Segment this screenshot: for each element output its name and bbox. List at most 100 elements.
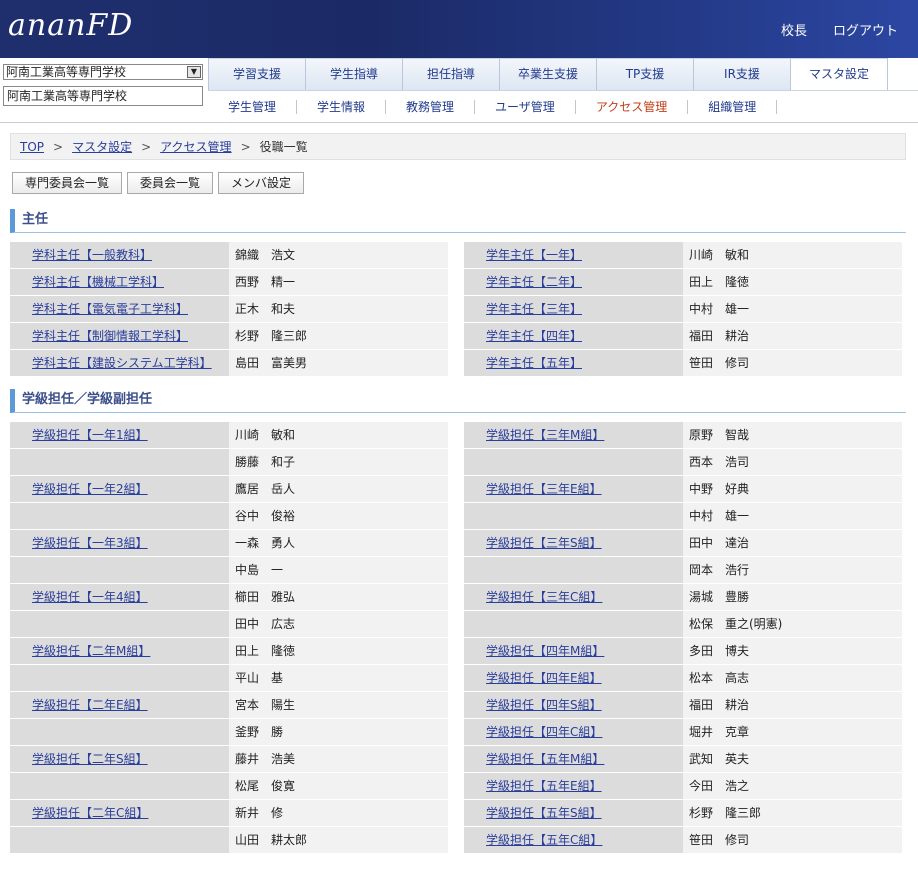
role-link[interactable]: 学級担任【三年S組】 bbox=[486, 536, 602, 550]
role-cell: 学年主任【一年】 bbox=[464, 242, 683, 268]
table-row: 田中 広志 bbox=[10, 611, 448, 637]
role-cell: 学級担任【一年1組】 bbox=[10, 422, 229, 448]
subtab-gakusei-kanri[interactable]: 学生管理 bbox=[208, 99, 298, 114]
person-name: 松本 高志 bbox=[683, 665, 902, 691]
breadcrumb-current: 役職一覧 bbox=[259, 140, 308, 154]
breadcrumb: TOP > マスタ設定 > アクセス管理 > 役職一覧 bbox=[10, 133, 906, 160]
role-link[interactable]: 学級担任【三年C組】 bbox=[486, 590, 602, 604]
role-cell bbox=[464, 449, 683, 475]
role-link[interactable]: 学級担任【三年E組】 bbox=[486, 482, 602, 496]
subtab-soshiki-kanri[interactable]: 組織管理 bbox=[688, 99, 778, 114]
subtab-gakusei-joho[interactable]: 学生情報 bbox=[297, 99, 387, 114]
subtab-user-kanri[interactable]: ユーザ管理 bbox=[475, 99, 576, 114]
role-cell: 学級担任【一年4組】 bbox=[10, 584, 229, 610]
role-link[interactable]: 学年主任【一年】 bbox=[486, 248, 582, 262]
table-row: 学科主任【一般教科】 錦織 浩文 bbox=[10, 242, 448, 268]
school-selector-area: 阿南工業高等専門学校 ▼ 阿南工業高等専門学校 bbox=[0, 58, 208, 122]
breadcrumb-master-settei[interactable]: マスタ設定 bbox=[72, 138, 132, 155]
role-cell bbox=[10, 773, 229, 799]
person-name: 櫛田 雅弘 bbox=[229, 584, 448, 610]
subtab-kyomu-kanri[interactable]: 教務管理 bbox=[386, 99, 476, 114]
role-link[interactable]: 学級担任【一年2組】 bbox=[32, 482, 148, 496]
tab-master-settei[interactable]: マスタ設定 bbox=[790, 58, 887, 90]
role-cell: 学級担任【五年S組】 bbox=[464, 800, 683, 826]
person-name: 笹田 修司 bbox=[683, 350, 902, 376]
role-link[interactable]: 学科主任【一般教科】 bbox=[32, 248, 152, 262]
role-cell: 学級担任【一年3組】 bbox=[10, 530, 229, 556]
breadcrumb-top[interactable]: TOP bbox=[20, 140, 44, 154]
subtab-access-kanri[interactable]: アクセス管理 bbox=[576, 99, 689, 114]
person-name: 田上 隆徳 bbox=[229, 638, 448, 664]
table-row: 学級担任【五年M組】 武知 英夫 bbox=[464, 746, 902, 772]
table-row: 学級担任【二年S組】 藤井 浩美 bbox=[10, 746, 448, 772]
tab-gakusei-shido[interactable]: 学生指導 bbox=[305, 58, 402, 90]
school-select[interactable]: 阿南工業高等専門学校 ▼ bbox=[3, 64, 203, 80]
person-name: 今田 浩之 bbox=[683, 773, 902, 799]
table-row: 学級担任【四年C組】 堀井 克章 bbox=[464, 719, 902, 745]
role-cell: 学級担任【一年2組】 bbox=[10, 476, 229, 502]
role-link[interactable]: 学級担任【一年3組】 bbox=[32, 536, 148, 550]
table-row: 学科主任【電気電子工学科】 正木 和夫 bbox=[10, 296, 448, 322]
tab-ir-shien[interactable]: IR支援 bbox=[693, 58, 790, 90]
table-row: 釜野 勝 bbox=[10, 719, 448, 745]
logout-link[interactable]: ログアウト bbox=[833, 20, 898, 39]
role-cell: 学科主任【制御情報工学科】 bbox=[10, 323, 229, 349]
role-link[interactable]: 学級担任【二年C組】 bbox=[32, 806, 148, 820]
role-link[interactable]: 学年主任【三年】 bbox=[486, 302, 582, 316]
iinkai-list-button[interactable]: 委員会一覧 bbox=[127, 172, 214, 194]
tab-gakushu-shien[interactable]: 学習支援 bbox=[208, 58, 305, 90]
breadcrumb-access-kanri[interactable]: アクセス管理 bbox=[160, 138, 231, 155]
chevron-down-icon[interactable]: ▼ bbox=[187, 66, 201, 78]
section-title-tannin: 学級担任／学級副担任 bbox=[10, 389, 906, 413]
person-name: 田上 隆徳 bbox=[683, 269, 902, 295]
role-link[interactable]: 学級担任【五年S組】 bbox=[486, 806, 602, 820]
role-link[interactable]: 学級担任【二年M組】 bbox=[32, 644, 150, 658]
table-row: 西本 浩司 bbox=[464, 449, 902, 475]
role-link[interactable]: 学級担任【一年4組】 bbox=[32, 590, 148, 604]
role-link[interactable]: 学級担任【二年S組】 bbox=[32, 752, 148, 766]
role-cell bbox=[464, 557, 683, 583]
role-link[interactable]: 学年主任【二年】 bbox=[486, 275, 582, 289]
role-link[interactable]: 学級担任【三年M組】 bbox=[486, 428, 604, 442]
table-row: 学級担任【三年C組】 湯城 豊勝 bbox=[464, 584, 902, 610]
role-cell: 学年主任【三年】 bbox=[464, 296, 683, 322]
role-link[interactable]: 学級担任【四年E組】 bbox=[486, 671, 602, 685]
person-name: 福田 耕治 bbox=[683, 323, 902, 349]
role-cell bbox=[10, 449, 229, 475]
section-title-shunin: 主任 bbox=[10, 209, 906, 233]
school-select-value: 阿南工業高等専門学校 bbox=[6, 65, 127, 79]
role-link[interactable]: 学級担任【五年E組】 bbox=[486, 779, 602, 793]
person-name: 一森 勇人 bbox=[229, 530, 448, 556]
tab-sotsugyosei-shien[interactable]: 卒業生支援 bbox=[499, 58, 596, 90]
role-link[interactable]: 学科主任【制御情報工学科】 bbox=[32, 329, 188, 343]
role-link[interactable]: 学級担任【一年1組】 bbox=[32, 428, 148, 442]
table-row: 中村 雄一 bbox=[464, 503, 902, 529]
table-row: 中島 一 bbox=[10, 557, 448, 583]
table-row: 学級担任【二年M組】 田上 隆徳 bbox=[10, 638, 448, 664]
role-link[interactable]: 学級担任【四年S組】 bbox=[486, 698, 602, 712]
role-link[interactable]: 学級担任【五年M組】 bbox=[486, 752, 604, 766]
table-row: 学級担任【一年2組】 鷹居 岳人 bbox=[10, 476, 448, 502]
header-links: 校長 ログアウト bbox=[781, 20, 898, 39]
role-link[interactable]: 学級担任【二年E組】 bbox=[32, 698, 148, 712]
role-link[interactable]: 学科主任【建設システム工学科】 bbox=[32, 356, 212, 370]
tab-tannin-shido[interactable]: 担任指導 bbox=[402, 58, 499, 90]
person-name: 中野 好典 bbox=[683, 476, 902, 502]
person-name: 川崎 敏和 bbox=[229, 422, 448, 448]
breadcrumb-separator: > bbox=[240, 139, 251, 154]
tab-tp-shien[interactable]: TP支援 bbox=[596, 58, 693, 90]
role-link[interactable]: 学科主任【電気電子工学科】 bbox=[32, 302, 188, 316]
role-link[interactable]: 学級担任【五年C組】 bbox=[486, 833, 602, 847]
table-row: 学級担任【三年E組】 中野 好典 bbox=[464, 476, 902, 502]
member-settings-button[interactable]: メンバ設定 bbox=[218, 172, 305, 194]
role-link[interactable]: 学級担任【四年M組】 bbox=[486, 644, 604, 658]
role-link[interactable]: 学科主任【機械工学科】 bbox=[32, 275, 164, 289]
role-link[interactable]: 学年主任【五年】 bbox=[486, 356, 582, 370]
role-link[interactable]: 学年主任【四年】 bbox=[486, 329, 582, 343]
senmon-iinkai-list-button[interactable]: 専門委員会一覧 bbox=[12, 172, 123, 194]
role-link[interactable]: 学級担任【四年C組】 bbox=[486, 725, 602, 739]
table-row: 松尾 俊寛 bbox=[10, 773, 448, 799]
school-name-field[interactable]: 阿南工業高等専門学校 bbox=[3, 86, 203, 106]
user-link[interactable]: 校長 bbox=[781, 20, 807, 39]
table-row: 学級担任【四年M組】 多田 博夫 bbox=[464, 638, 902, 664]
